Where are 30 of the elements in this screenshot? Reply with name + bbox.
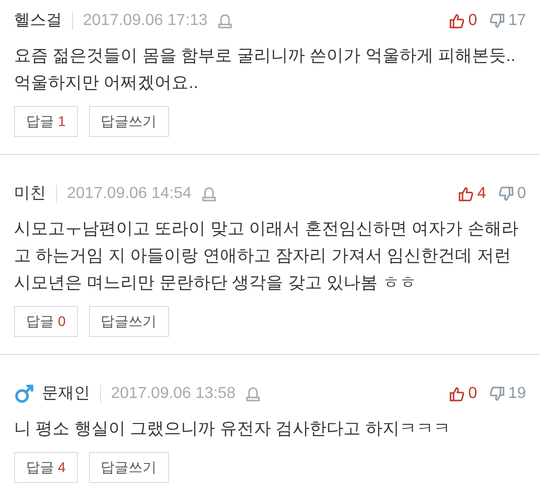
comment-date: 2017.09.06 17:13 xyxy=(83,11,208,31)
comment-date: 2017.09.06 14:54 xyxy=(67,184,192,204)
thumbs-up-icon[interactable] xyxy=(458,186,474,202)
write-reply-button[interactable]: 답글쓰기 xyxy=(88,452,169,483)
bell-icon[interactable] xyxy=(218,13,232,29)
author-name: 헬스걸 xyxy=(14,11,62,31)
like-count: 4 xyxy=(477,184,486,204)
comment-text: 시모고ㅜ남편이고 또라이 맞고 이래서 혼전임신하면 여자가 손해라고 하는거임 지 아들이랑 연애하고 잠자리 가져서 임신한건데 저런 시모년은 며느리만 문란하단 생각을 갖고 있나봄 ㅎㅎ xyxy=(14,218,520,294)
author-name: 문재인 xyxy=(42,384,90,404)
bell-icon[interactable] xyxy=(202,186,216,202)
replies-button[interactable]: 답글 0 xyxy=(14,306,78,337)
thumbs-down-icon[interactable] xyxy=(489,386,506,402)
bell-icon[interactable] xyxy=(246,386,260,402)
thumbs-up-icon[interactable] xyxy=(449,386,466,402)
replies-button[interactable]: 답글 4 xyxy=(14,452,78,483)
dislike-count: 19 xyxy=(508,384,526,404)
write-reply-button[interactable]: 답글쓰기 xyxy=(88,106,169,137)
thumbs-up-icon[interactable] xyxy=(449,13,466,29)
thumbs-down-icon[interactable] xyxy=(489,13,506,29)
replies-button[interactable]: 답글 1 xyxy=(14,106,78,137)
author-name: 미친 xyxy=(14,184,46,204)
write-reply-button[interactable]: 답글쓰기 xyxy=(88,306,169,337)
like-count: 0 xyxy=(468,384,478,404)
comment-text: 니 평소 행실이 그랬으니까 유전자 검사한다고 하지ㅋㅋㅋ xyxy=(14,418,452,440)
comment-date: 2017.09.06 13:58 xyxy=(111,384,236,404)
dislike-count: 17 xyxy=(508,11,526,31)
comment-text: 요즘 젊은것들이 몸을 함부로 굴리니까 쓴이가 억울하게 피해본듯..억울하지만 어쩌겠어요.. xyxy=(14,45,517,94)
like-count: 0 xyxy=(468,11,478,31)
dislike-count: 0 xyxy=(517,184,526,204)
thumbs-down-icon[interactable] xyxy=(498,186,514,202)
